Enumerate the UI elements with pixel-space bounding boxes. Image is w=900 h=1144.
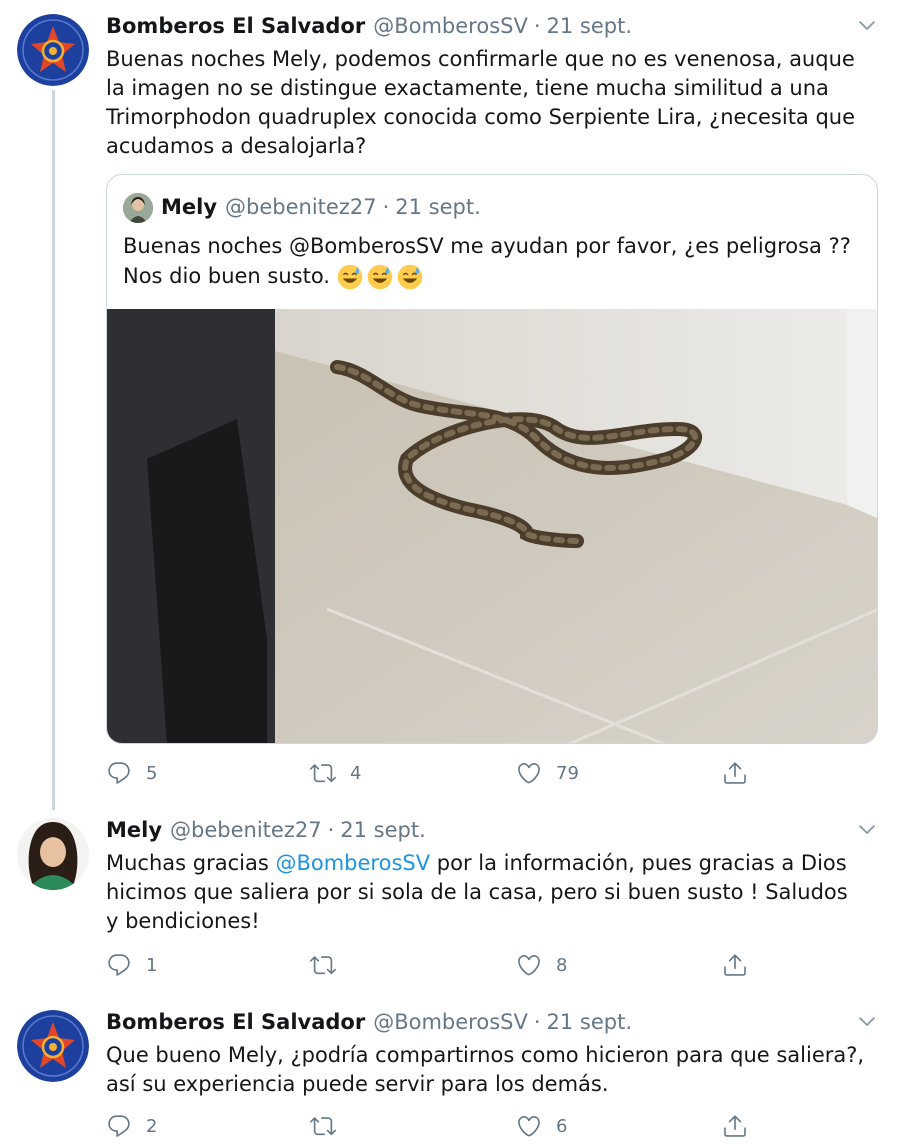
avatar-image — [17, 818, 89, 890]
tweet-header: Bomberos El Salvador @BomberosSV · 21 se… — [106, 14, 632, 38]
tweet-header: Bomberos El Salvador @BomberosSV · 21 se… — [106, 1010, 632, 1034]
avatar-image — [123, 193, 153, 223]
tweet-bomberos-1[interactable]: Bomberos El Salvador @BomberosSV · 21 se… — [0, 0, 900, 800]
sweat-smile-emoji-icon — [397, 264, 423, 290]
separator-dot: · — [533, 14, 541, 38]
separator-dot: · — [382, 195, 390, 219]
share-icon[interactable] — [722, 1113, 748, 1139]
tweet-header: Mely @bebenitez27 · 21 sept. — [106, 818, 426, 842]
like-count: 8 — [556, 954, 568, 976]
separator-dot: · — [327, 818, 335, 842]
tweet-mely-reply[interactable]: Mely @bebenitez27 · 21 sept. Muchas grac… — [0, 808, 900, 998]
chevron-down-icon[interactable] — [856, 14, 878, 36]
sweat-smile-emoji-icon — [367, 264, 393, 290]
avatar[interactable] — [17, 818, 89, 890]
quoted-tweet[interactable]: Mely @bebenitez27 · 21 sept. Buenas noch… — [106, 174, 878, 744]
retweet-count: 4 — [350, 762, 362, 784]
share-icon[interactable] — [722, 952, 748, 978]
snake-on-floor-photo[interactable] — [107, 309, 878, 744]
author-handle[interactable]: @BomberosSV — [373, 1010, 528, 1034]
quote-header: Mely @bebenitez27 · 21 sept. — [161, 195, 481, 219]
sweat-smile-emoji-icon — [337, 264, 363, 290]
quote-text: Buenas noches @BomberosSV me ayudan por … — [123, 231, 868, 291]
emoji-group — [337, 264, 423, 290]
reply-button[interactable]: 2 — [106, 1113, 157, 1139]
reply-count: 5 — [146, 762, 158, 784]
like-button[interactable]: 79 — [516, 760, 579, 786]
tweet-text: Que bueno Mely, ¿podría compartirnos com… — [106, 1043, 865, 1096]
reply-button[interactable]: 5 — [106, 760, 157, 786]
bomberos-logo — [17, 14, 89, 86]
reply-icon[interactable] — [106, 760, 132, 786]
reply-count: 2 — [146, 1115, 158, 1137]
reply-count: 1 — [146, 954, 158, 976]
like-icon[interactable] — [516, 1113, 542, 1139]
chevron-down-icon[interactable] — [856, 818, 878, 840]
tweet-date[interactable]: 21 sept. — [340, 818, 426, 842]
share-button[interactable] — [722, 760, 748, 786]
retweet-button[interactable] — [310, 952, 350, 978]
tweet-text-before: Muchas gracias — [106, 851, 276, 875]
author-name[interactable]: Bomberos El Salvador — [106, 1010, 365, 1034]
tweet-actions: 1 8 — [106, 952, 766, 982]
tweet-bomberos-2[interactable]: Bomberos El Salvador @BomberosSV · 21 se… — [0, 1000, 900, 1144]
share-button[interactable] — [722, 1113, 748, 1139]
reply-icon[interactable] — [106, 952, 132, 978]
bomberos-logo — [17, 1010, 89, 1082]
like-icon[interactable] — [516, 760, 542, 786]
quote-text-before: Buenas noches — [123, 234, 289, 258]
tweet-actions: 5 4 79 — [106, 760, 766, 790]
tweet-date[interactable]: 21 sept. — [547, 1010, 633, 1034]
like-count: 79 — [556, 762, 579, 784]
retweet-button[interactable] — [310, 1113, 350, 1139]
mention-link[interactable]: @BomberosSV — [289, 234, 444, 258]
retweet-icon[interactable] — [310, 1113, 336, 1139]
tweet-date[interactable]: 21 sept. — [547, 14, 633, 38]
share-icon[interactable] — [722, 760, 748, 786]
like-button[interactable]: 6 — [516, 1113, 567, 1139]
author-handle[interactable]: @bebenitez27 — [225, 195, 377, 219]
separator-dot: · — [533, 1010, 541, 1034]
author-handle[interactable]: @BomberosSV — [373, 14, 528, 38]
avatar[interactable] — [17, 1010, 89, 1082]
chevron-down-icon[interactable] — [856, 1010, 878, 1032]
avatar[interactable] — [17, 14, 89, 86]
like-count: 6 — [556, 1115, 568, 1137]
like-icon[interactable] — [516, 952, 542, 978]
author-name[interactable]: Mely — [106, 818, 162, 842]
tweet-text: Muchas gracias @BomberosSV por la inform… — [106, 849, 866, 936]
mention-link[interactable]: @BomberosSV — [275, 851, 430, 875]
reply-icon[interactable] — [106, 1113, 132, 1139]
like-button[interactable]: 8 — [516, 952, 567, 978]
tweet-text: Buenas noches Mely, podemos confirmarle … — [106, 47, 856, 158]
retweet-button[interactable]: 4 — [310, 760, 361, 786]
retweet-icon[interactable] — [310, 952, 336, 978]
author-name[interactable]: Mely — [161, 195, 217, 219]
tweet-actions: 2 6 — [106, 1113, 766, 1143]
retweet-icon[interactable] — [310, 760, 336, 786]
avatar[interactable] — [123, 193, 153, 223]
author-handle[interactable]: @bebenitez27 — [170, 818, 322, 842]
reply-button[interactable]: 1 — [106, 952, 157, 978]
share-button[interactable] — [722, 952, 748, 978]
author-name[interactable]: Bomberos El Salvador — [106, 14, 365, 38]
tweet-date[interactable]: 21 sept. — [395, 195, 481, 219]
